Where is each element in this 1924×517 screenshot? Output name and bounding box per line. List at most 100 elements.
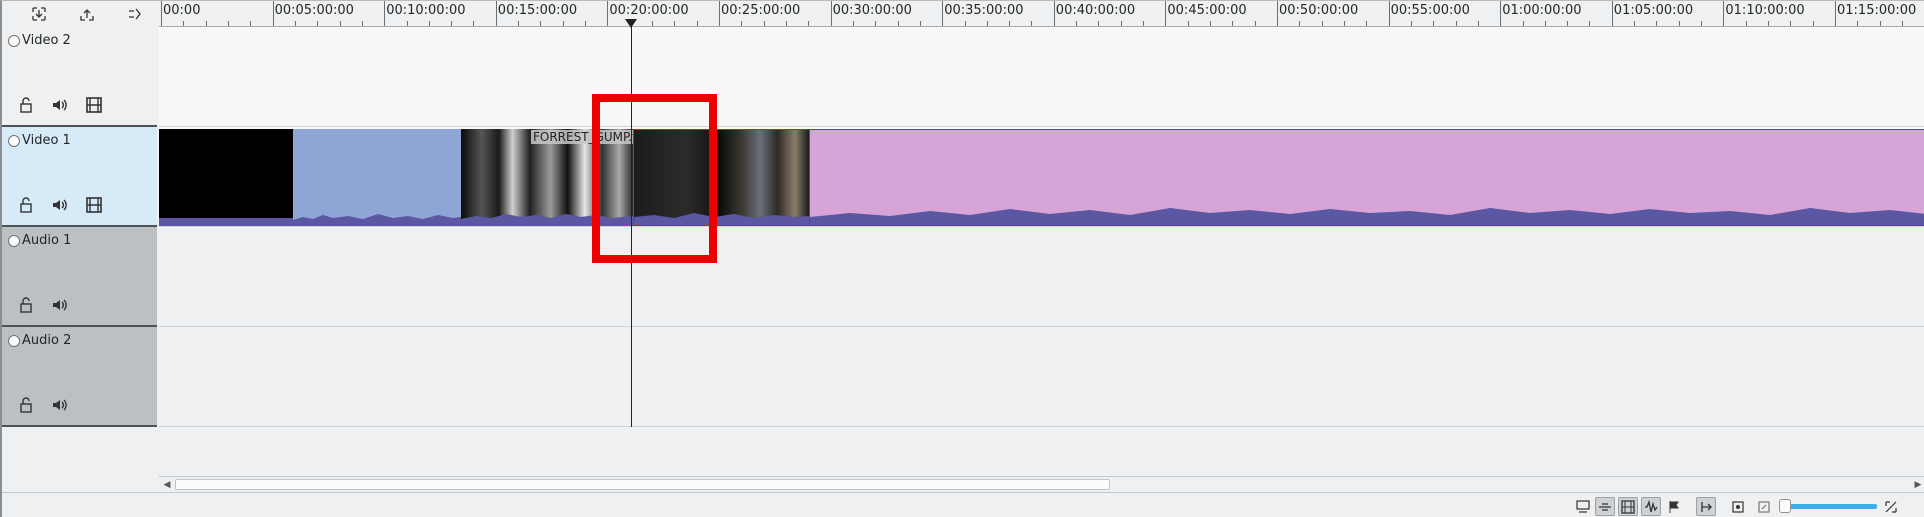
ruler-major-tick (1165, 1, 1167, 26)
ruler-minor-tick (1232, 21, 1234, 26)
ruler-time-label: 00:45:00:00 (1167, 3, 1247, 18)
video-clip[interactable] (293, 129, 461, 226)
track-lane-audio-2[interactable] (159, 327, 1924, 427)
ruler-time-label: 00:00 (163, 3, 201, 18)
video-clip[interactable] (159, 129, 293, 226)
ruler-minor-tick (1857, 21, 1859, 26)
track-header-audio-1[interactable]: Audio 1 (2, 227, 157, 327)
ruler-time-label: 00:50:00:00 (1279, 3, 1359, 18)
track-target-radio[interactable] (8, 335, 20, 347)
ruler-minor-tick (875, 21, 877, 26)
ruler-time-label: 00:15:00:00 (497, 3, 578, 18)
ruler-minor-tick (227, 21, 229, 26)
marker-flag-icon[interactable] (1664, 497, 1684, 516)
ruler-time-label: 01:10:00:00 (1725, 3, 1805, 18)
track-header-video-1[interactable]: Video 1 (2, 127, 157, 227)
ruler-minor-tick (1299, 21, 1301, 26)
track-header-audio-2[interactable]: Audio 2 (2, 327, 157, 427)
snap-icon[interactable] (1696, 497, 1716, 516)
speaker-icon[interactable] (50, 395, 70, 415)
video-clip[interactable] (810, 129, 1924, 226)
track-name: Audio 1 (22, 233, 72, 248)
ruler-time-label: 00:30:00:00 (832, 3, 912, 18)
track-lane-audio-1[interactable] (159, 227, 1924, 327)
track-target-radio[interactable] (8, 35, 20, 47)
ruler-minor-tick (1522, 21, 1524, 26)
ruler-minor-tick (1455, 21, 1457, 26)
track-name: Audio 2 (22, 333, 72, 348)
audio-thumbnails-icon[interactable] (1641, 497, 1661, 516)
track-target-radio[interactable] (8, 235, 20, 247)
ruler-minor-tick (652, 21, 654, 26)
film-icon[interactable] (84, 195, 104, 215)
ruler-minor-tick (1901, 21, 1903, 26)
scroll-right-arrow-icon[interactable]: ▶ (1912, 478, 1924, 492)
zoom-slider-track[interactable] (1783, 504, 1877, 509)
ruler-minor-tick (1768, 21, 1770, 26)
ruler-major-tick (607, 1, 609, 26)
ruler-major-tick (384, 1, 386, 26)
speaker-icon[interactable] (50, 95, 70, 115)
ruler-minor-tick (361, 21, 363, 26)
ruler-time-label: 01:00:00:00 (1502, 3, 1582, 18)
ruler-time-label: 01:05:00:00 (1613, 3, 1694, 18)
ruler-minor-tick (451, 21, 453, 26)
film-icon[interactable] (84, 95, 104, 115)
split-audio-icon[interactable] (1595, 497, 1615, 516)
speaker-icon[interactable] (50, 295, 70, 315)
speaker-icon[interactable] (50, 195, 70, 215)
ruler-minor-tick (1210, 21, 1212, 26)
ruler-minor-tick (964, 21, 966, 26)
timeline-bottom-toolbar (2, 492, 1924, 517)
ruler-major-tick (942, 1, 944, 26)
ruler-minor-tick (1321, 21, 1323, 26)
ruler-major-tick (1500, 1, 1502, 26)
ruler-minor-tick (1098, 21, 1100, 26)
ruler-time-label: 00:10:00:00 (386, 3, 466, 18)
track-lane-video-1[interactable]: FORREST_GUMP.ts (159, 127, 1924, 227)
ruler-minor-tick (696, 21, 698, 26)
ruler-minor-tick (1254, 21, 1256, 26)
lock-icon[interactable] (16, 195, 36, 215)
track-lane-video-2[interactable] (159, 27, 1924, 127)
track-name: Video 2 (22, 33, 71, 48)
timeline-ruler[interactable]: 00:00 00:05:00:00 00:10:00:00 00:15:00:00 00… (159, 1, 1924, 27)
insert-clip-icon[interactable] (30, 6, 48, 22)
track-view-icon[interactable] (1573, 497, 1593, 516)
zoom-out-icon[interactable] (1754, 497, 1774, 516)
ruler-minor-tick (785, 21, 787, 26)
annotation-highlight-box (592, 94, 717, 263)
ruler-minor-tick (1343, 21, 1345, 26)
scrollbar-thumb[interactable] (175, 479, 1110, 490)
extract-clip-icon[interactable] (78, 6, 96, 22)
ruler-major-tick (161, 1, 162, 26)
ruler-minor-tick (1410, 21, 1412, 26)
ruler-minor-tick (1812, 21, 1814, 26)
ruler-minor-tick (1433, 21, 1435, 26)
ruler-minor-tick (183, 21, 185, 26)
scroll-left-arrow-icon[interactable]: ◀ (161, 478, 173, 492)
ruler-minor-tick (406, 21, 408, 26)
track-header-video-2[interactable]: Video 2 (2, 27, 157, 127)
video-thumbnails-icon[interactable] (1618, 497, 1638, 516)
lock-icon[interactable] (16, 295, 36, 315)
ruler-minor-tick (1076, 21, 1078, 26)
ruler-minor-tick (1544, 21, 1546, 26)
ruler-time-label: 01:15:00:00 (1837, 3, 1917, 18)
multi-track-icon[interactable] (126, 6, 144, 22)
ruler-minor-tick (1477, 21, 1479, 26)
ruler-minor-tick (763, 21, 765, 26)
ruler-major-tick (1053, 1, 1055, 26)
track-target-radio[interactable] (8, 135, 20, 147)
ruler-minor-tick (674, 21, 676, 26)
zoom-in-icon[interactable] (1881, 497, 1901, 516)
ruler-major-tick (1277, 1, 1278, 26)
lock-icon[interactable] (16, 395, 36, 415)
audio-waveform (810, 208, 1924, 225)
horizontal-scrollbar[interactable]: ◀ ▶ (159, 476, 1924, 492)
ruler-minor-tick (808, 21, 810, 26)
zoom-slider-handle[interactable] (1779, 499, 1791, 513)
ruler-major-tick (830, 1, 832, 26)
zoom-fit-icon[interactable] (1728, 497, 1748, 516)
lock-icon[interactable] (16, 95, 36, 115)
